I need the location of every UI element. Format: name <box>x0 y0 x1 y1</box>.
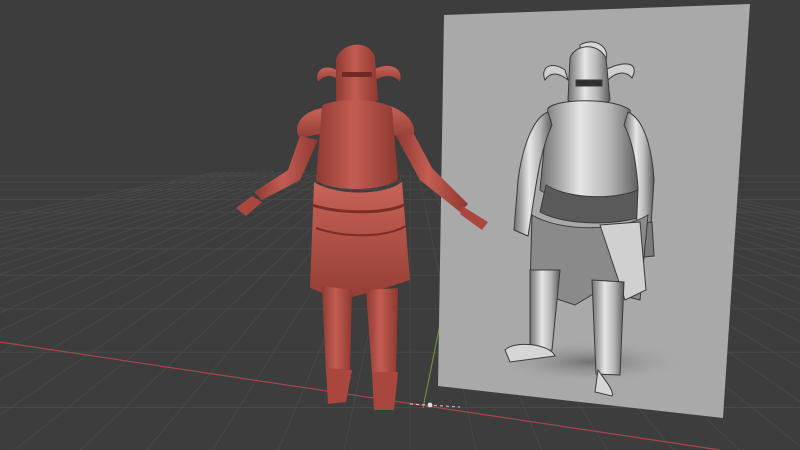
grid-line <box>0 171 331 332</box>
3d-viewport[interactable] <box>0 0 800 450</box>
grid-line <box>0 171 235 224</box>
grid-line <box>0 171 315 299</box>
reference-image-plane[interactable] <box>438 4 750 418</box>
grid-line <box>0 171 243 228</box>
grid-line <box>0 171 339 354</box>
grid-line <box>0 171 259 238</box>
viewport-scene[interactable] <box>0 0 800 450</box>
